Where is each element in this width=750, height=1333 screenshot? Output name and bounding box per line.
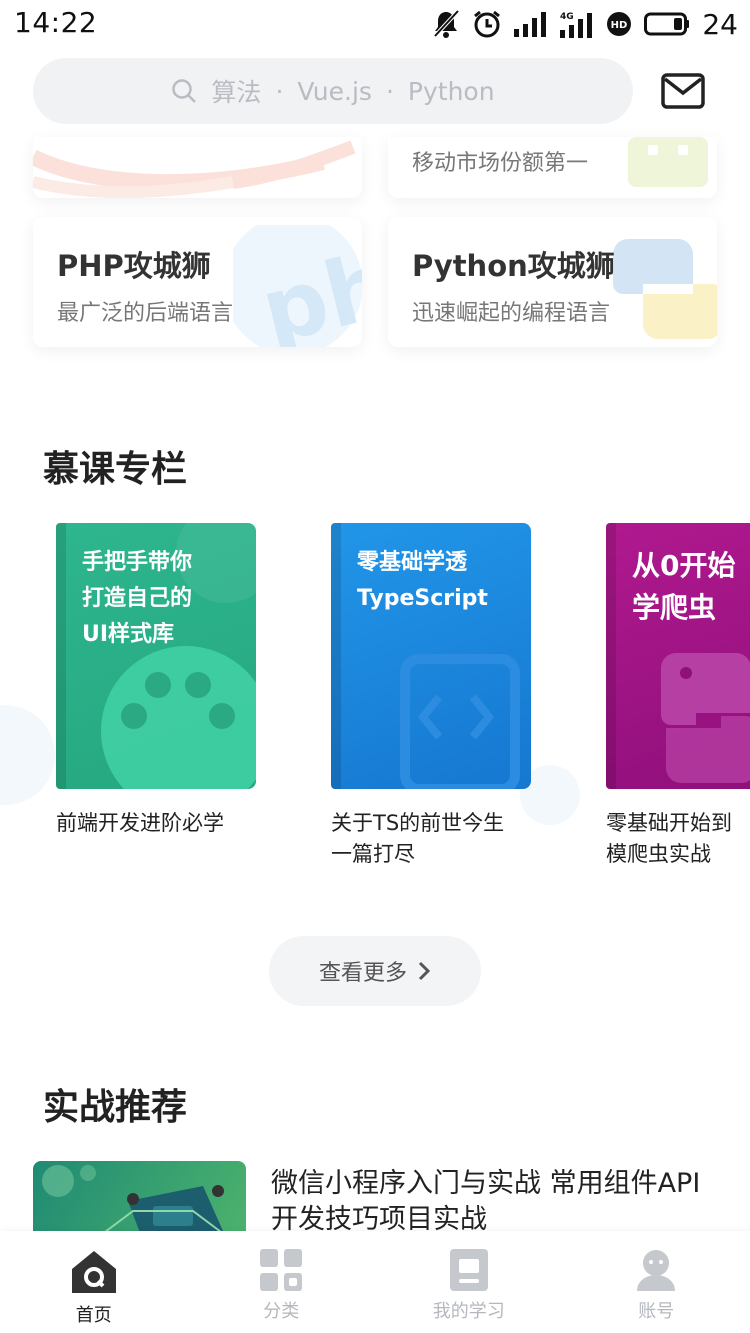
user-icon [637,1250,676,1291]
signal-4g-icon: 4G [560,12,593,38]
book-spine [606,523,616,789]
book-caption-3[interactable]: 零基础开始到 模爬虫实战 [606,808,750,870]
search-hint-3: Python [407,76,495,106]
search-hint-2: Vue.js [297,76,372,106]
book-spine [331,523,341,789]
android-logo-icon [628,137,708,187]
book-cover-spider[interactable]: 从0开始 学爬虫 [606,523,750,789]
chevron-right-icon [418,961,431,981]
course-title[interactable]: 微信小程序入门与实战 常用组件API开发技巧项目实战 [271,1166,721,1238]
svg-text:HD: HD [611,20,628,31]
section-title-columns: 慕课专栏 [43,449,188,490]
card-title-php: PHP攻城狮 [57,249,211,283]
signal-icon [514,12,547,37]
book-caption-2[interactable]: 关于TS的前世今生 一篇打尽 [331,808,541,870]
status-bar: 14:22 4G HD 24 [0,0,750,50]
mute-bell-icon [433,9,460,38]
home-icon [71,1251,116,1293]
card-subtitle-php: 最广泛的后端语言 [57,301,234,326]
status-time: 14:22 [14,6,98,39]
battery-level: 24 [702,7,738,41]
tab-account[interactable]: 账号 [563,1231,750,1333]
decor-bubble-left [0,705,55,805]
python-logo-icon [661,653,750,784]
tab-label: 分类 [263,1301,300,1322]
search-dot-2: · [385,76,394,106]
book-cover-title-2: 零基础学透 TypeScript [357,550,488,611]
search-icon [172,79,197,103]
python-logo-icon [613,239,717,339]
code-scroll-icon [400,654,520,789]
view-more-label: 查看更多 [318,961,407,986]
course-thumbnail[interactable] [33,1161,246,1241]
book-cover-title-3: 从0开始 学爬虫 [632,549,736,624]
alarm-icon [474,10,501,38]
php-logo-icon: php [233,225,362,347]
network-label: 4G [560,12,574,22]
search-bar[interactable]: 算法 · Vue.js · Python [33,58,633,124]
book-spine [56,523,66,789]
tab-label: 首页 [75,1305,112,1326]
view-more-button[interactable]: 查看更多 [269,936,481,1006]
book-caption-1[interactable]: 前端开发进阶必学 [56,808,266,839]
battery-icon [644,12,690,36]
section-title-practice: 实战推荐 [43,1087,188,1128]
swift-logo-icon [33,140,356,198]
palette-icon [101,646,256,789]
tab-label: 我的学习 [432,1301,505,1322]
book-cover-title-1: 手把手带你 打造自己的 UI样式库 [82,550,193,647]
tab-category[interactable]: 分类 [188,1231,376,1333]
book-icon [449,1249,488,1291]
card-title-python: Python攻城狮 [412,249,615,283]
tab-label: 账号 [638,1301,675,1322]
search-dot-1: · [275,76,284,106]
category-card-php[interactable]: php PHP攻城狮 最广泛的后端语言 [33,217,362,347]
card-subtitle-mobile: 移动市场份额第一 [412,151,589,176]
book-cover-ts[interactable]: 零基础学透 TypeScript [331,523,531,789]
mail-icon[interactable] [660,72,706,110]
card-subtitle-python: 迅速崛起的编程语言 [412,301,611,326]
hd-icon: HD [607,12,632,36]
course-illustration [42,1165,234,1241]
tab-my-learning[interactable]: 我的学习 [375,1231,563,1333]
category-card-partial-right[interactable]: 移动市场份额第一 [388,137,717,198]
category-card-partial-left[interactable] [33,137,362,198]
category-card-python[interactable]: Python攻城狮 迅速崛起的编程语言 [388,217,717,347]
book-cover-ui[interactable]: 手把手带你 打造自己的 UI样式库 [56,523,256,789]
search-hint-1: 算法 [211,78,262,107]
bottom-tab-bar: 首页 分类 我的学习 账号 [0,1231,750,1333]
grid-icon [260,1249,303,1291]
tab-home[interactable]: 首页 [0,1231,188,1333]
search-placeholder: 算法 · Vue.js · Python [171,73,495,109]
